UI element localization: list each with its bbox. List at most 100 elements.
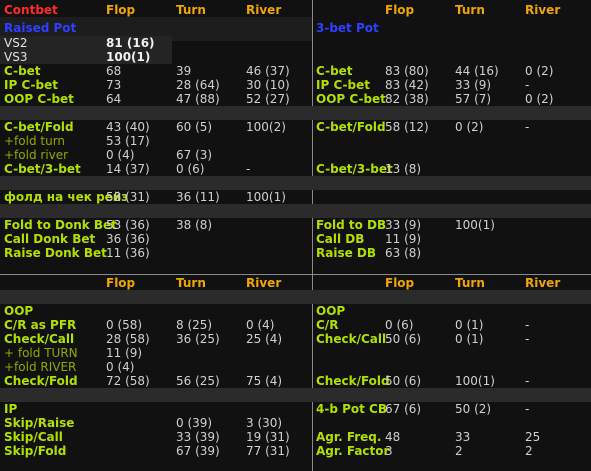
vs3-value: 100(1): [106, 50, 151, 64]
stat-river: 19 (31): [246, 430, 290, 444]
col-river: River: [525, 3, 561, 17]
stat-row: OOP C-bet 82 (38) 57 (7) 0 (2): [313, 92, 591, 106]
stat-turn: 0 (39): [176, 416, 213, 430]
stat-river: -: [525, 120, 530, 134]
stat-row: C-bet/3-bet 13 (8): [313, 162, 591, 176]
stat-label: Check/Fold: [4, 374, 78, 388]
stat-river: 30 (10): [246, 78, 290, 92]
stat-label: OOP C-bet: [316, 92, 386, 106]
stat-row: Fold to Donk Bet 53 (36) 38 (8): [0, 218, 312, 232]
stat-row: OOP: [0, 304, 312, 318]
bottom-right-header: Flop Turn River: [313, 276, 591, 290]
stat-turn: 0 (1): [455, 332, 484, 346]
stat-row: IP C-bet 73 28 (64) 30 (10): [0, 78, 312, 92]
col-turn: Turn: [455, 276, 485, 290]
col-river: River: [525, 276, 561, 290]
stat-river: 100(2): [246, 120, 286, 134]
stat-label: Check/Call: [4, 332, 75, 346]
stat-label: C-bet/Fold: [316, 120, 386, 134]
col-turn: Turn: [176, 276, 206, 290]
stat-flop: 11 (36): [106, 246, 150, 260]
oop-title: OOP: [4, 304, 34, 318]
stat-river: 77 (31): [246, 444, 290, 458]
stat-row: IP: [0, 402, 312, 416]
vs3-label: VS3: [4, 50, 28, 64]
stat-label: IP C-bet: [4, 78, 58, 92]
stat-flop: 50 (6): [385, 332, 422, 346]
stat-flop: 58 (31): [106, 190, 150, 204]
stat-turn: 67 (3): [176, 148, 213, 162]
stat-flop: 11 (9): [385, 232, 422, 246]
stat-label: Fold to Donk Bet: [4, 218, 117, 232]
stat-river: 100(1): [246, 190, 286, 204]
stat-label: Check/Fold: [316, 374, 390, 388]
top-right-header: Flop Turn River: [313, 3, 591, 17]
stat-row: фолд на чек рейз 58 (31) 36 (11) 100(1): [0, 190, 312, 204]
stat-flop: 28 (58): [106, 332, 150, 346]
stat-label: C-bet/Fold: [4, 120, 74, 134]
stat-row: +fold river 0 (4) 67 (3): [0, 148, 312, 162]
stat-row: Raise Donk Bet 11 (36): [0, 246, 312, 260]
stat-turn: 33 (39): [176, 430, 220, 444]
stat-label: +fold RIVER: [4, 360, 77, 374]
stat-river: 0 (2): [525, 64, 554, 78]
ip-title: IP: [4, 402, 18, 416]
raised-pot-row: Raised Pot: [0, 21, 312, 35]
stat-label: Fold to DB: [316, 218, 387, 232]
stat-label: Raise DB: [316, 246, 377, 260]
stat-flop: 14 (37): [106, 162, 150, 176]
col-flop: Flop: [106, 3, 136, 17]
stat-turn: 36 (25): [176, 332, 220, 346]
stat-flop: 82 (38): [385, 92, 429, 106]
stat-row: Call Donk Bet 36 (36): [0, 232, 312, 246]
stat-river: 25: [525, 430, 541, 444]
stat-river: 0 (4): [246, 318, 275, 332]
vs2-row: VS2 81 (16): [0, 36, 172, 50]
stat-turn: 47 (88): [176, 92, 220, 106]
top-header-row: Contbet Flop Turn River: [0, 3, 312, 17]
vs2-label: VS2: [4, 36, 28, 50]
stat-label: Agr. Factor: [316, 444, 390, 458]
stat-row: IP C-bet 83 (42) 33 (9) -: [313, 78, 591, 92]
stat-turn: 0 (6): [176, 162, 205, 176]
stat-flop: 53 (36): [106, 218, 150, 232]
raised-pot-title: Raised Pot: [4, 21, 77, 35]
stat-row: C-bet 68 39 46 (37): [0, 64, 312, 78]
stat-flop: 64: [106, 92, 122, 106]
stat-label: +fold turn: [4, 134, 66, 148]
stat-flop: 11 (9): [106, 346, 143, 360]
stat-row: Skip/Fold 67 (39) 77 (31): [0, 444, 312, 458]
stat-label: 4-b Pot CB: [316, 402, 388, 416]
stat-flop: 58 (12): [385, 120, 429, 134]
stat-turn: 0 (2): [455, 120, 484, 134]
stat-turn: 36 (11): [176, 190, 220, 204]
stat-label: Check/Call: [316, 332, 387, 346]
stat-river: 2: [525, 444, 533, 458]
stat-turn: 44 (16): [455, 64, 499, 78]
stat-turn: 60 (5): [176, 120, 213, 134]
stat-river: -: [525, 374, 530, 388]
stat-river: -: [525, 318, 530, 332]
stat-label: +fold river: [4, 148, 69, 162]
stat-flop: 68: [106, 64, 122, 78]
stat-river: 0 (2): [525, 92, 554, 106]
stat-label: C/R: [316, 318, 339, 332]
stat-turn: 33 (9): [455, 78, 492, 92]
stat-flop: 43 (40): [106, 120, 150, 134]
stat-label: C-bet/3-bet: [4, 162, 81, 176]
stat-flop: 36 (36): [106, 232, 150, 246]
stat-row: Raise DB 63 (8): [313, 246, 591, 260]
stat-turn: 39: [176, 64, 192, 78]
stat-flop: 0 (4): [106, 148, 135, 162]
stat-row: Fold to DB 33 (9) 100(1): [313, 218, 591, 232]
stat-row: C-bet/3-bet 14 (37) 0 (6) -: [0, 162, 312, 176]
stat-row: C/R as PFR 0 (58) 8 (25) 0 (4): [0, 318, 312, 332]
col-river: River: [246, 276, 282, 290]
stat-turn: 0 (1): [455, 318, 484, 332]
stat-row: +fold RIVER 0 (4): [0, 360, 312, 374]
contbet-title: Contbet: [4, 3, 58, 17]
stat-row: +fold turn 53 (17): [0, 134, 312, 148]
bottom-left-header: Flop Turn River: [0, 276, 312, 290]
stat-label: Skip/Call: [4, 430, 63, 444]
stat-flop: 83 (42): [385, 78, 429, 92]
